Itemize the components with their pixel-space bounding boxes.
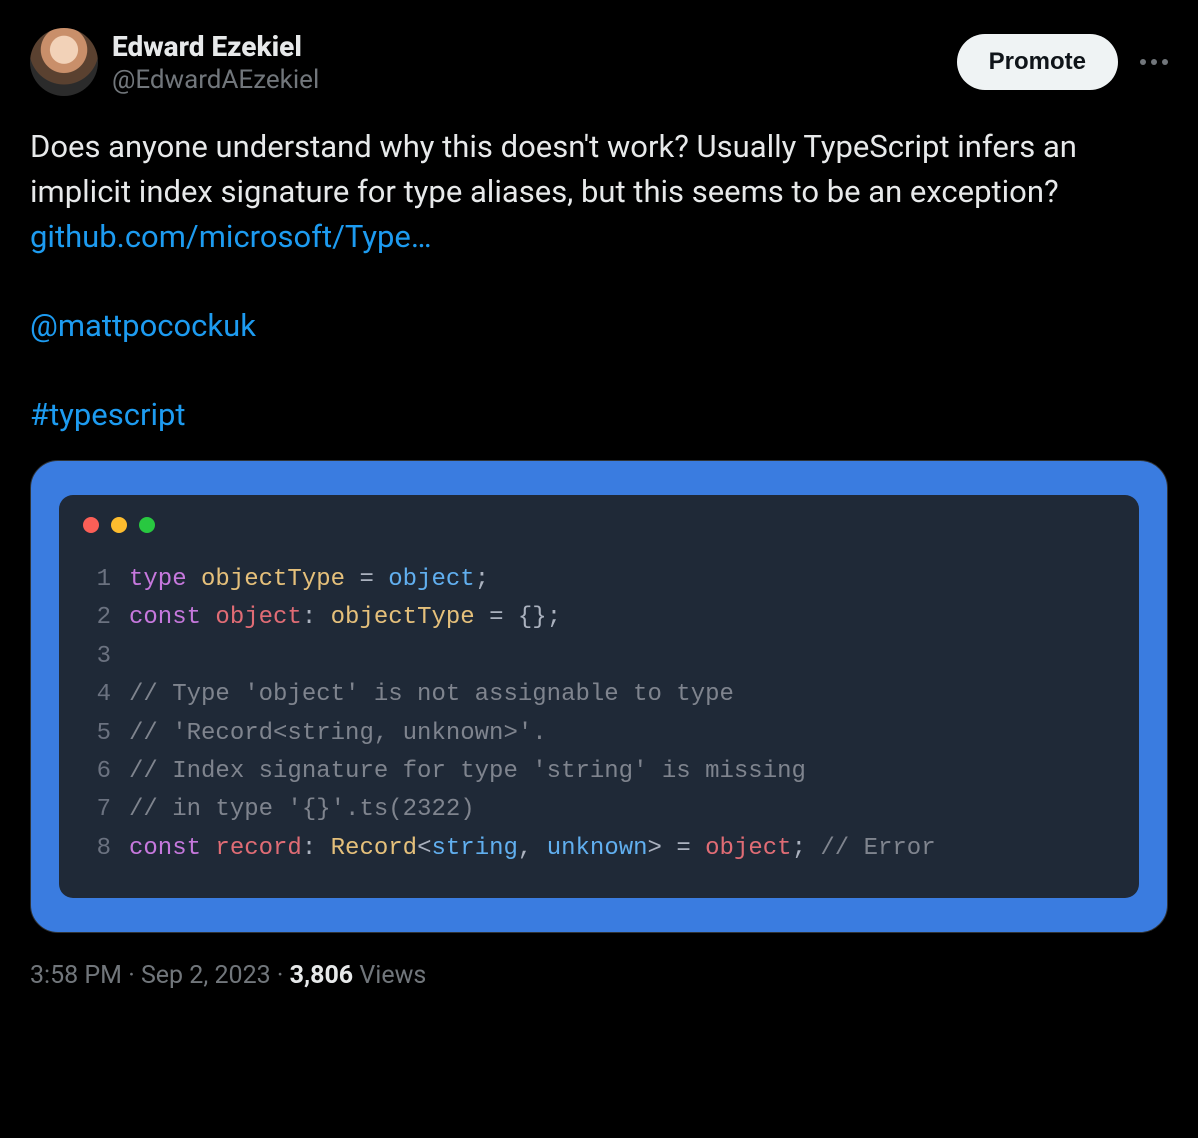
code-token [201, 604, 215, 631]
code-line: 4 // Type 'object' is not assignable to t… [83, 676, 1115, 714]
code-token: Record [331, 835, 417, 862]
line-number: 4 [83, 676, 111, 714]
code-token: // Index signature for type 'string' is … [129, 758, 806, 785]
code-token: = {}; [475, 604, 561, 631]
handle: @EdwardAEzekiel [112, 64, 943, 98]
meta-sep: · [271, 961, 290, 990]
author-block[interactable]: Edward Ezekiel @EdwardAEzekiel [112, 28, 943, 97]
avatar[interactable] [30, 28, 98, 96]
code-token: , [518, 835, 547, 862]
code-token: object [215, 604, 301, 631]
views-label: Views [359, 961, 426, 990]
body-link[interactable]: github.com/microsoft/Type… [30, 218, 432, 255]
line-number: 1 [83, 561, 111, 599]
code-token: : [302, 835, 331, 862]
hashtag-link[interactable]: #typescript [30, 396, 186, 433]
code-line: 3 [83, 638, 1115, 676]
code-token: string [431, 835, 517, 862]
body-text: Does anyone understand why this doesn't … [30, 128, 1077, 210]
code-token: object [388, 566, 474, 593]
code-line: 6 // Index signature for type 'string' is… [83, 753, 1115, 791]
line-number: 7 [83, 791, 111, 829]
code-token: : [302, 604, 331, 631]
traffic-yellow-icon [111, 517, 127, 533]
code-token: // Type 'object' is not assignable to ty… [129, 681, 734, 708]
code-token: const [129, 835, 201, 862]
code-token: objectType [331, 604, 475, 631]
code-token: // Error [820, 835, 935, 862]
code-line: 8 const record: Record<string, unknown> =… [83, 830, 1115, 868]
code-token: type [129, 566, 187, 593]
traffic-red-icon [83, 517, 99, 533]
media-attachment[interactable]: 1 type objectType = object; 2 const object:… [30, 460, 1168, 933]
code-line: 2 const object: objectType = {}; [83, 599, 1115, 637]
code-token: // in type '{}'.ts(2322) [129, 796, 475, 823]
code-line: 5 // 'Record<string, unknown>'. [83, 715, 1115, 753]
code-token: ; [792, 835, 821, 862]
line-number: 6 [83, 753, 111, 791]
meta-date[interactable]: Sep 2, 2023 [141, 961, 271, 990]
line-number: 5 [83, 715, 111, 753]
display-name: Edward Ezekiel [112, 30, 943, 64]
code-token: ; [475, 566, 489, 593]
tweet-meta: 3:58 PM · Sep 2, 2023 · 3,806 Views [30, 961, 1168, 990]
body-paragraph: Does anyone understand why this doesn't … [30, 125, 1168, 260]
code-token: const [129, 604, 201, 631]
tweet-card: Edward Ezekiel @EdwardAEzekiel Promote D… [0, 0, 1198, 1010]
window-traffic-lights [83, 517, 1115, 533]
meta-sep: · [122, 961, 141, 990]
code-token: object [705, 835, 791, 862]
code-token: unknown [547, 835, 648, 862]
line-number: 8 [83, 830, 111, 868]
line-number: 3 [83, 638, 111, 676]
code-token [187, 566, 201, 593]
code-token: // 'Record<string, unknown>'. [129, 720, 547, 747]
code-lines: 1 type objectType = object; 2 const object:… [83, 561, 1115, 868]
meta-time[interactable]: 3:58 PM [30, 961, 122, 990]
code-line: 1 type objectType = object; [83, 561, 1115, 599]
code-token: = [345, 566, 388, 593]
line-number: 2 [83, 599, 111, 637]
traffic-green-icon [139, 517, 155, 533]
mention-link[interactable]: @mattpocockuk [30, 307, 256, 344]
more-icon[interactable] [1140, 59, 1168, 65]
views-count[interactable]: 3,806 [290, 961, 354, 990]
code-token: objectType [201, 566, 345, 593]
code-token: < [417, 835, 431, 862]
tweet-header: Edward Ezekiel @EdwardAEzekiel Promote [30, 28, 1168, 97]
code-token [201, 835, 215, 862]
promote-button[interactable]: Promote [957, 34, 1118, 90]
code-token: record [215, 835, 301, 862]
header-actions: Promote [957, 28, 1168, 90]
tweet-body: Does anyone understand why this doesn't … [30, 125, 1168, 438]
code-token: > = [648, 835, 706, 862]
code-line: 7 // in type '{}'.ts(2322) [83, 791, 1115, 829]
code-window: 1 type objectType = object; 2 const object:… [59, 495, 1139, 898]
